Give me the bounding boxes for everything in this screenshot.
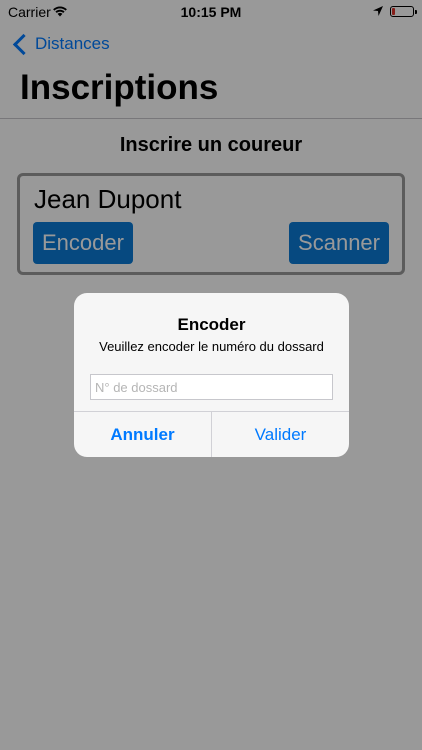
alert-title: Encoder <box>177 315 246 334</box>
cancel-button[interactable]: Annuler <box>74 412 211 457</box>
confirm-button[interactable]: Valider <box>212 412 349 457</box>
alert-dialog: Encoder Veuillez encoder le numéro du do… <box>74 293 349 457</box>
bib-number-input[interactable] <box>90 374 333 400</box>
alert-message: Veuillez encoder le numéro du dossard <box>99 339 324 354</box>
